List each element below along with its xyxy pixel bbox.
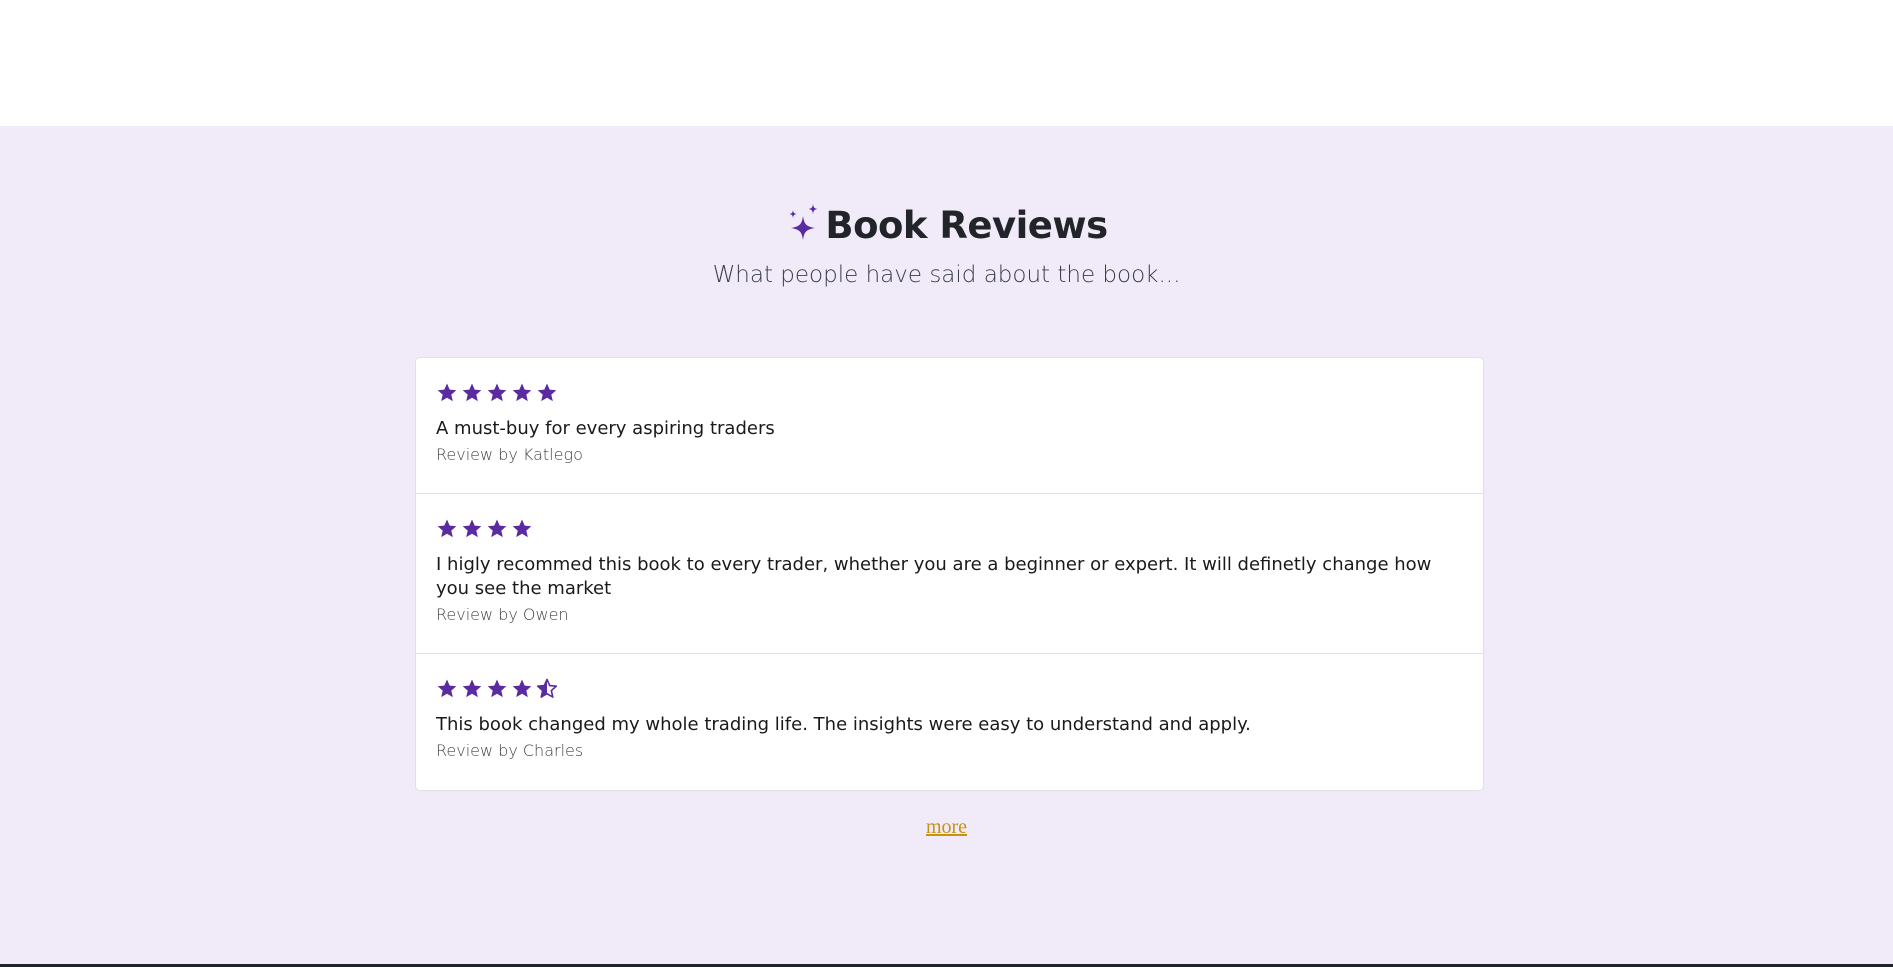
star-rating	[436, 678, 1463, 700]
section-subtitle: What people have said about the book...	[712, 262, 1181, 288]
section-heading: Book Reviews	[825, 203, 1108, 247]
review-item: This book changed my whole trading life.…	[416, 654, 1483, 790]
more-link[interactable]: more	[926, 816, 967, 838]
review-list: A must-buy for every aspiring traders Re…	[415, 357, 1484, 791]
top-bar	[0, 0, 1893, 126]
review-author: Review by Owen	[436, 605, 569, 624]
star-full-icon	[486, 518, 508, 540]
star-rating	[436, 518, 1463, 540]
review-item: I higly recommed this book to every trad…	[416, 494, 1483, 654]
star-full-icon	[486, 678, 508, 700]
review-item: A must-buy for every aspiring traders Re…	[416, 358, 1483, 494]
star-full-icon	[436, 518, 458, 540]
star-full-icon	[461, 382, 483, 404]
star-full-icon	[511, 518, 533, 540]
section-title: Book Reviews	[0, 200, 1893, 250]
review-text: This book changed my whole trading life.…	[436, 714, 1251, 735]
review-text: I higly recommed this book to every trad…	[436, 554, 1432, 599]
review-author: Review by Charles	[436, 741, 584, 760]
star-full-icon	[436, 678, 458, 700]
star-full-icon	[486, 382, 508, 404]
star-full-icon	[536, 382, 558, 404]
star-full-icon	[511, 678, 533, 700]
more-link-container: more	[0, 816, 1893, 839]
star-full-icon	[461, 518, 483, 540]
star-full-icon	[461, 678, 483, 700]
review-author: Review by Katlego	[436, 445, 583, 464]
star-full-icon	[436, 382, 458, 404]
star-full-icon	[511, 382, 533, 404]
sparkles-icon	[785, 202, 821, 248]
review-text: A must-buy for every aspiring traders	[436, 418, 775, 439]
star-rating	[436, 382, 1463, 404]
star-half-icon	[536, 678, 558, 700]
